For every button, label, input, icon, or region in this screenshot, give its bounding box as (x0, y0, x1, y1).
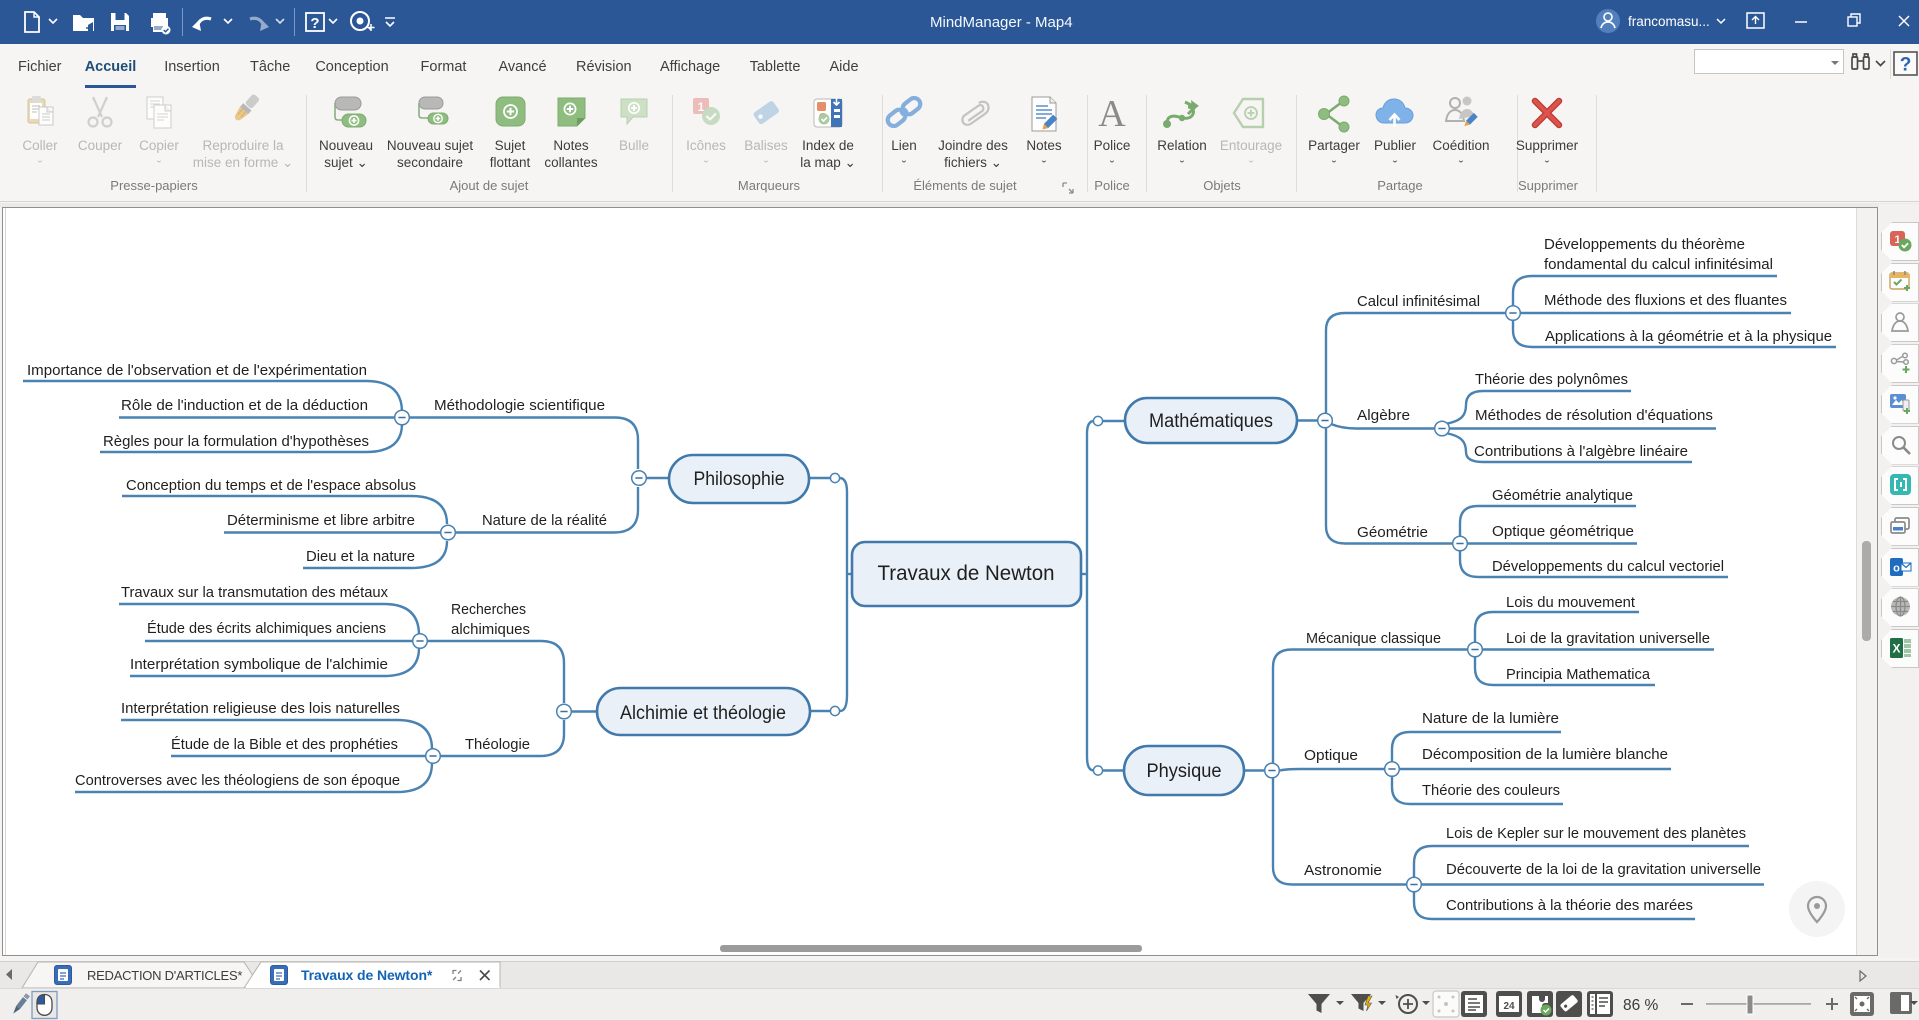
svg-text:Algèbre: Algèbre (1357, 407, 1410, 424)
svg-text:o: o (1893, 562, 1900, 574)
svg-text:Développements du théorème: Développements du théorème (1544, 236, 1745, 253)
svg-text:Controverses avec les théologi: Controverses avec les théologiens de son… (75, 772, 400, 789)
svg-text:Mathématiques: Mathématiques (1149, 411, 1273, 432)
svg-text:Recherches: Recherches (451, 601, 526, 618)
svg-text:Décomposition de la lumière bl: Décomposition de la lumière blanche (1422, 746, 1668, 763)
svg-text:Rôle de l'induction et de la d: Rôle de l'induction et de la déduction (121, 397, 368, 414)
svg-text:Découverte de la loi de la gra: Découverte de la loi de la gravitation u… (1446, 861, 1761, 878)
svg-text:Principia Mathematica: Principia Mathematica (1506, 666, 1651, 683)
svg-text:Géométrie analytique: Géométrie analytique (1492, 487, 1633, 504)
svg-text:Méthode des fluxions et des fl: Méthode des fluxions et des fluantes (1544, 292, 1787, 309)
svg-text:Nature de la lumière: Nature de la lumière (1422, 710, 1559, 727)
svg-text:Lois de Kepler sur le mouvemen: Lois de Kepler sur le mouvement des plan… (1446, 825, 1746, 842)
svg-text:Règles pour la formulation d'h: Règles pour la formulation d'hypothèses (103, 433, 369, 450)
svg-text:fondamental du calcul infinité: fondamental du calcul infinitésimal (1544, 256, 1773, 273)
svg-text:Étude de la Bible et des proph: Étude de la Bible et des prophéties (171, 736, 398, 753)
svg-text:Dieu et la nature: Dieu et la nature (306, 548, 415, 565)
svg-text:Contributions à la théorie des: Contributions à la théorie des marées (1446, 897, 1693, 914)
svg-text:Interprétation religieuse des: Interprétation religieuse des lois natur… (121, 700, 400, 717)
svg-text:Calcul infinitésimal: Calcul infinitésimal (1357, 293, 1480, 310)
svg-text:alchimiques: alchimiques (451, 621, 530, 638)
svg-text:Physique: Physique (1147, 761, 1222, 782)
svg-text:Philosophie: Philosophie (694, 469, 785, 490)
svg-text:Travaux sur la transmutation d: Travaux sur la transmutation des métaux (121, 584, 388, 601)
svg-text:Méthodes de résolution d'équat: Méthodes de résolution d'équations (1475, 407, 1713, 424)
svg-text:Travaux de Newton: Travaux de Newton (878, 562, 1055, 585)
svg-text:?: ? (310, 15, 319, 32)
svg-text:Méthodologie scientifique: Méthodologie scientifique (434, 397, 605, 414)
svg-text:Loi de la gravitation universe: Loi de la gravitation universelle (1506, 630, 1710, 647)
svg-text:Optique géométrique: Optique géométrique (1492, 523, 1634, 540)
svg-text:Développements du calcul vecto: Développements du calcul vectoriel (1492, 558, 1724, 575)
svg-text:Mécanique classique: Mécanique classique (1306, 630, 1441, 647)
svg-text:Lois du mouvement: Lois du mouvement (1506, 594, 1636, 611)
svg-text:Alchimie et théologie: Alchimie et théologie (620, 703, 786, 724)
svg-text:Astronomie: Astronomie (1304, 862, 1382, 879)
svg-text:Conception du temps et de l'es: Conception du temps et de l'espace absol… (126, 477, 416, 494)
svg-text:A: A (1098, 93, 1126, 135)
svg-text:Importance de l'observation et: Importance de l'observation et de l'expé… (27, 362, 367, 379)
svg-text:francomasu...: francomasu... (1628, 14, 1710, 29)
svg-text:?: ? (1900, 55, 1912, 76)
svg-text:Géométrie: Géométrie (1357, 524, 1428, 541)
svg-text:86 %: 86 % (1623, 997, 1659, 1014)
svg-text:Interprétation symbolique de l: Interprétation symbolique de l'alchimie (130, 656, 388, 673)
svg-text:Optique: Optique (1304, 747, 1358, 764)
svg-text:24: 24 (1503, 1001, 1515, 1012)
svg-text:Déterminisme et libre arbitre: Déterminisme et libre arbitre (227, 512, 415, 529)
svg-text:Nature de la réalité: Nature de la réalité (482, 512, 607, 529)
svg-text:Applications à la géométrie et: Applications à la géométrie et à la phys… (1545, 328, 1832, 345)
svg-text:Théorie des couleurs: Théorie des couleurs (1422, 782, 1560, 799)
svg-text:Contributions à l'algèbre liné: Contributions à l'algèbre linéaire (1474, 443, 1688, 460)
svg-text:Théorie des polynômes: Théorie des polynômes (1475, 371, 1628, 388)
svg-text:Théologie: Théologie (465, 736, 530, 753)
svg-text:Étude des écrits alchimiques a: Étude des écrits alchimiques anciens (147, 620, 386, 637)
svg-text:X: X (1892, 642, 1900, 656)
